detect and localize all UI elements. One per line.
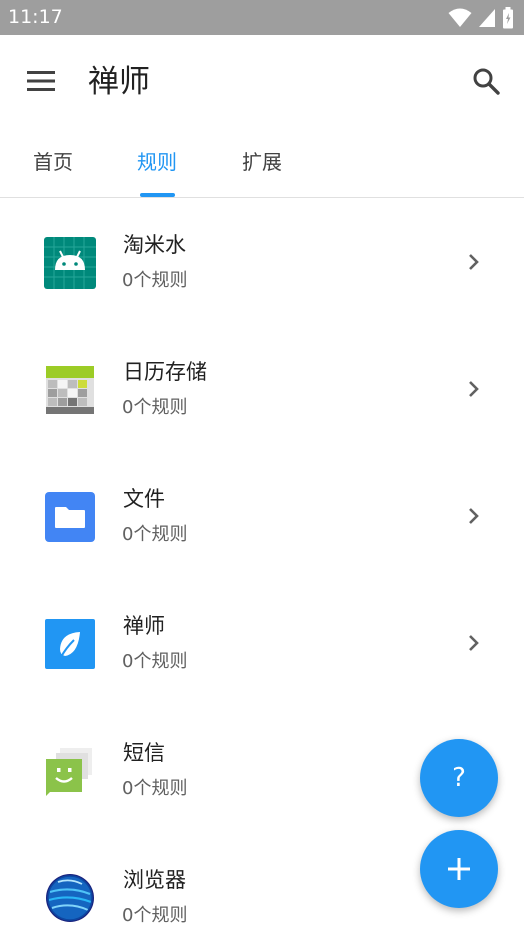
app-title: 禅师	[88, 64, 150, 100]
chevron-right-icon	[462, 502, 486, 530]
sms-icon	[44, 745, 96, 797]
status-bar: 11:17	[0, 0, 524, 35]
status-time: 11:17	[8, 6, 63, 28]
calendar-storage-icon	[44, 364, 96, 416]
browser-globe-icon	[44, 872, 96, 924]
app-name: 禅师	[123, 614, 165, 638]
list-item-zenmaster[interactable]: 禅师 0个规则	[0, 580, 524, 707]
hamburger-menu-icon	[27, 71, 55, 91]
android-icon	[44, 237, 96, 289]
app-name: 浏览器	[123, 868, 186, 892]
files-folder-icon	[44, 491, 96, 543]
search-button[interactable]	[466, 61, 506, 101]
rule-count: 0个规则	[122, 270, 188, 291]
app-name: 日历存储	[123, 360, 207, 384]
tab-bar: 首页 规则 扩展	[0, 128, 524, 198]
app-name: 短信	[123, 741, 165, 765]
chevron-right-icon	[462, 248, 486, 276]
rule-count: 0个规则	[122, 905, 188, 926]
status-icons	[448, 7, 514, 29]
battery-icon	[503, 7, 513, 29]
app-name: 淘米水	[123, 233, 186, 257]
app-name: 文件	[123, 487, 165, 511]
cell-signal-icon	[479, 9, 495, 27]
tab-extensions[interactable]: 扩展	[242, 146, 282, 180]
plus-icon	[448, 858, 470, 880]
help-question-icon: ?	[452, 763, 466, 793]
active-tab-indicator	[140, 193, 175, 197]
wifi-icon	[448, 8, 472, 27]
tab-home[interactable]: 首页	[33, 146, 73, 180]
add-rule-fab-button[interactable]	[420, 830, 498, 908]
rule-count: 0个规则	[122, 778, 188, 799]
rule-count: 0个规则	[122, 524, 188, 545]
tab-rules[interactable]: 规则	[137, 146, 177, 180]
app-rule-list: 淘米水 0个规则 日历存储 0个规则 文件 0个规则 禅师 0个规则 短信 0个…	[0, 199, 524, 933]
help-fab-button[interactable]: ?	[420, 739, 498, 817]
leaf-icon	[44, 618, 96, 670]
list-item-taomishui[interactable]: 淘米水 0个规则	[0, 199, 524, 326]
list-item-calendar-storage[interactable]: 日历存储 0个规则	[0, 326, 524, 453]
chevron-right-icon	[462, 375, 486, 403]
list-item-files[interactable]: 文件 0个规则	[0, 453, 524, 580]
search-icon	[473, 68, 500, 95]
chevron-right-icon	[462, 629, 486, 657]
app-bar: 禅师	[0, 35, 524, 128]
rule-count: 0个规则	[122, 397, 188, 418]
menu-button[interactable]	[22, 62, 60, 100]
rule-count: 0个规则	[122, 651, 188, 672]
